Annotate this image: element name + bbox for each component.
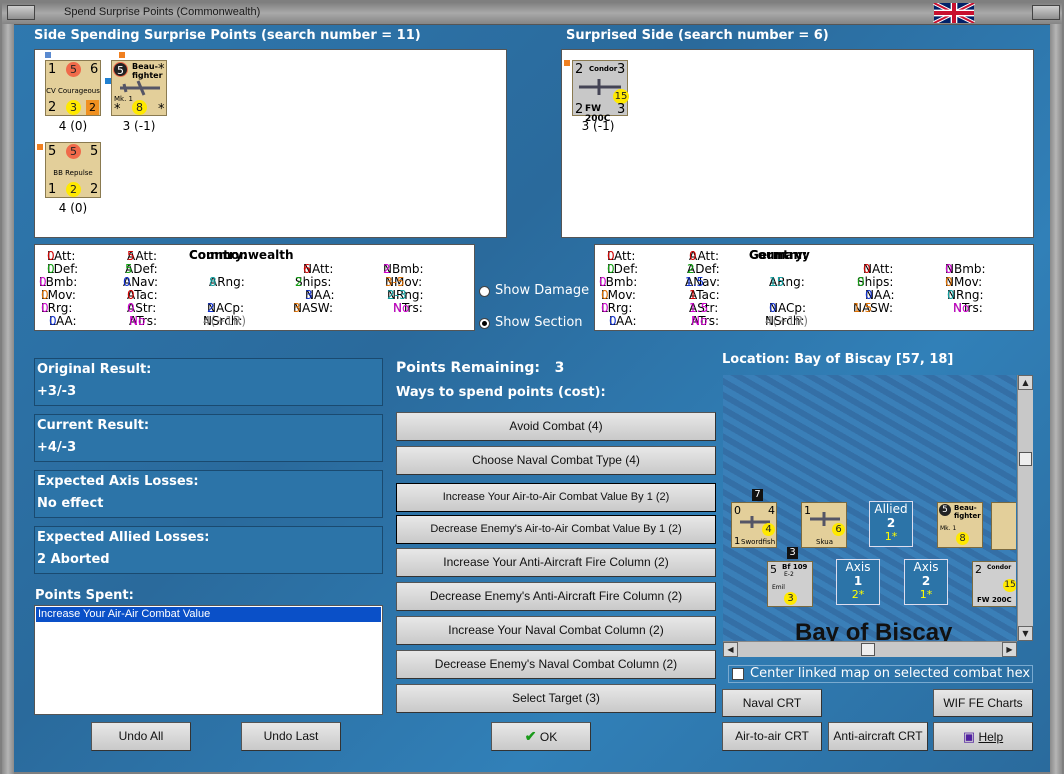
surprised-side-header: Surprised Side (search number = 6) xyxy=(566,28,829,43)
map-counter-partial[interactable] xyxy=(991,502,1016,550)
unit-marker-icon xyxy=(37,144,43,150)
unit-counter-condor[interactable]: 2 Condor 3 15 2 FW 200C 3 xyxy=(572,60,629,124)
checkmark-icon: ✔ xyxy=(524,728,537,744)
decrease-enemy-air-combat-button[interactable]: Decrease Enemy's Air-to-Air Combat Value… xyxy=(396,515,716,544)
unit-counter-beaufighter[interactable]: 5 Beau-fighter * Mk. 1 * 8 * xyxy=(111,60,167,117)
unit-value-label: 4 (0) xyxy=(58,119,88,133)
spending-side-header: Side Spending Surprise Points (search nu… xyxy=(34,28,421,43)
decrease-enemy-naval-column-button[interactable]: Decrease Enemy's Naval Combat Column (2) xyxy=(396,650,716,679)
avoid-combat-button[interactable]: Avoid Combat (4) xyxy=(396,412,716,441)
frame-left xyxy=(2,24,14,774)
center-linked-map-row[interactable]: Center linked map on selected combat hex xyxy=(728,665,1033,683)
unit-value-label: 3 (-1) xyxy=(122,119,156,133)
scroll-up-icon[interactable]: ▲ xyxy=(1018,375,1033,390)
stack-count: 3 xyxy=(787,547,798,559)
current-result-box: Current Result: +4/-3 xyxy=(34,414,383,462)
points-spent-list[interactable]: Increase Your Air-Air Combat Value xyxy=(34,605,383,715)
show-section-label[interactable]: Show Section xyxy=(495,315,583,330)
ok-button[interactable]: ✔ OK xyxy=(491,722,591,751)
map-counter-beaufighter[interactable]: 5 Beau-fighter Mk. 1 8 xyxy=(937,502,983,548)
stack-count: 7 xyxy=(752,489,763,501)
spending-units-panel[interactable]: 1 5 6 CV Courageous 2 3 2 4 (0) 5 Beau-f… xyxy=(34,49,507,238)
mini-map[interactable]: 0 4 4 1 Swordfish 7 1 6 Skua Allied 2 1*… xyxy=(723,375,1016,641)
map-horizontal-scrollbar[interactable]: ◀ ▶ xyxy=(723,641,1017,657)
stats-panel-commonwealth: LAtt: 0 LDef: 0 LBmb: 0 LMov: 0 LRrg: 0 … xyxy=(34,244,475,331)
help-book-icon: ▣ xyxy=(962,729,976,744)
wif-fe-charts-button[interactable]: WIF FE Charts xyxy=(933,689,1033,717)
naval-crt-button[interactable]: Naval CRT xyxy=(722,689,822,717)
original-result-box: Original Result: +3/-3 xyxy=(34,358,383,406)
map-counter-condor[interactable]: 2 Condor 15 FW 200C xyxy=(972,561,1016,607)
scroll-right-icon[interactable]: ▶ xyxy=(1002,642,1017,657)
vertical-scroll-thumb[interactable] xyxy=(1019,452,1032,466)
uk-flag-icon xyxy=(933,3,975,23)
stats-panel-germany: LAtt: 0 LDef: 0 LBmb: 0 LMov: 0 LRrg: 0 … xyxy=(594,244,1034,331)
undo-all-button[interactable]: Undo All xyxy=(91,722,191,751)
select-target-button[interactable]: Select Target (3) xyxy=(396,684,716,713)
surprised-units-panel[interactable]: 2 Condor 3 15 2 FW 200C 3 3 (-1) xyxy=(561,49,1034,238)
dialog-window: Spend Surprise Points (Commonwealth) Sid… xyxy=(0,0,1064,774)
undo-last-button[interactable]: Undo Last xyxy=(241,722,341,751)
increase-naval-column-button[interactable]: Increase Your Naval Combat Column (2) xyxy=(396,616,716,645)
center-linked-checkbox[interactable] xyxy=(732,668,744,680)
unit-value-label: 3 (-1) xyxy=(581,119,615,133)
title-bar: Spend Surprise Points (Commonwealth) xyxy=(2,2,1062,25)
map-vertical-scrollbar[interactable]: ▲ ▼ xyxy=(1017,375,1033,641)
location-label: Location: Bay of Biscay [57, 18] xyxy=(722,352,954,367)
choose-naval-combat-type-button[interactable]: Choose Naval Combat Type (4) xyxy=(396,446,716,475)
unit-marker-icon xyxy=(564,60,570,66)
axis-stack-box-1[interactable]: Axis 1 2* xyxy=(836,559,880,605)
increase-air-combat-button[interactable]: Increase Your Air-to-Air Combat Value By… xyxy=(396,483,716,512)
air-to-air-crt-button[interactable]: Air-to-air CRT xyxy=(722,722,822,751)
unit-counter-bb-repulse[interactable]: 5 5 5 BB Repulse 1 2 2 xyxy=(45,142,101,198)
allied-stack-box[interactable]: Allied 2 1* xyxy=(869,501,913,547)
unit-marker-icon xyxy=(119,52,125,58)
expected-allied-losses-box: Expected Allied Losses: 2 Aborted xyxy=(34,526,383,574)
map-counter-skua[interactable]: 1 6 Skua xyxy=(801,502,847,548)
frame-right xyxy=(1050,24,1062,774)
unit-counter-cv-courageous[interactable]: 1 5 6 CV Courageous 2 3 2 xyxy=(45,60,101,116)
map-counter-swordfish[interactable]: 0 4 4 1 Swordfish xyxy=(731,502,777,548)
window-title: Spend Surprise Points (Commonwealth) xyxy=(64,6,261,18)
show-damage-label[interactable]: Show Damage xyxy=(495,283,589,298)
close-window-button[interactable] xyxy=(1032,5,1060,20)
unit-marker-icon xyxy=(105,78,111,84)
scroll-left-icon[interactable]: ◀ xyxy=(723,642,738,657)
increase-aa-column-button[interactable]: Increase Your Anti-Aircraft Fire Column … xyxy=(396,548,716,577)
unit-value-label: 4 (0) xyxy=(58,201,88,215)
expected-axis-losses-box: Expected Axis Losses: No effect xyxy=(34,470,383,518)
map-counter-bf109[interactable]: 5 Bf 109 E-2 Emil 3 xyxy=(767,561,813,607)
ways-to-spend-label: Ways to spend points (cost): xyxy=(396,385,606,400)
list-item[interactable]: Increase Your Air-Air Combat Value xyxy=(36,607,381,622)
horizontal-scroll-thumb[interactable] xyxy=(861,643,875,656)
help-button[interactable]: ▣ Help xyxy=(933,722,1033,751)
show-damage-radio[interactable] xyxy=(479,286,490,297)
points-remaining: Points Remaining: 3 xyxy=(396,360,565,376)
anti-aircraft-crt-button[interactable]: Anti-aircraft CRT xyxy=(828,722,928,751)
scroll-down-icon[interactable]: ▼ xyxy=(1018,626,1033,641)
system-menu-button[interactable] xyxy=(7,5,35,20)
axis-stack-box-2[interactable]: Axis 2 1* xyxy=(904,559,948,605)
points-spent-label: Points Spent: xyxy=(35,588,134,603)
show-section-radio[interactable] xyxy=(479,318,490,329)
decrease-enemy-aa-column-button[interactable]: Decrease Enemy's Anti-Aircraft Fire Colu… xyxy=(396,582,716,611)
map-sea-label: Bay of Biscay xyxy=(795,619,953,641)
unit-marker-icon xyxy=(45,52,51,58)
